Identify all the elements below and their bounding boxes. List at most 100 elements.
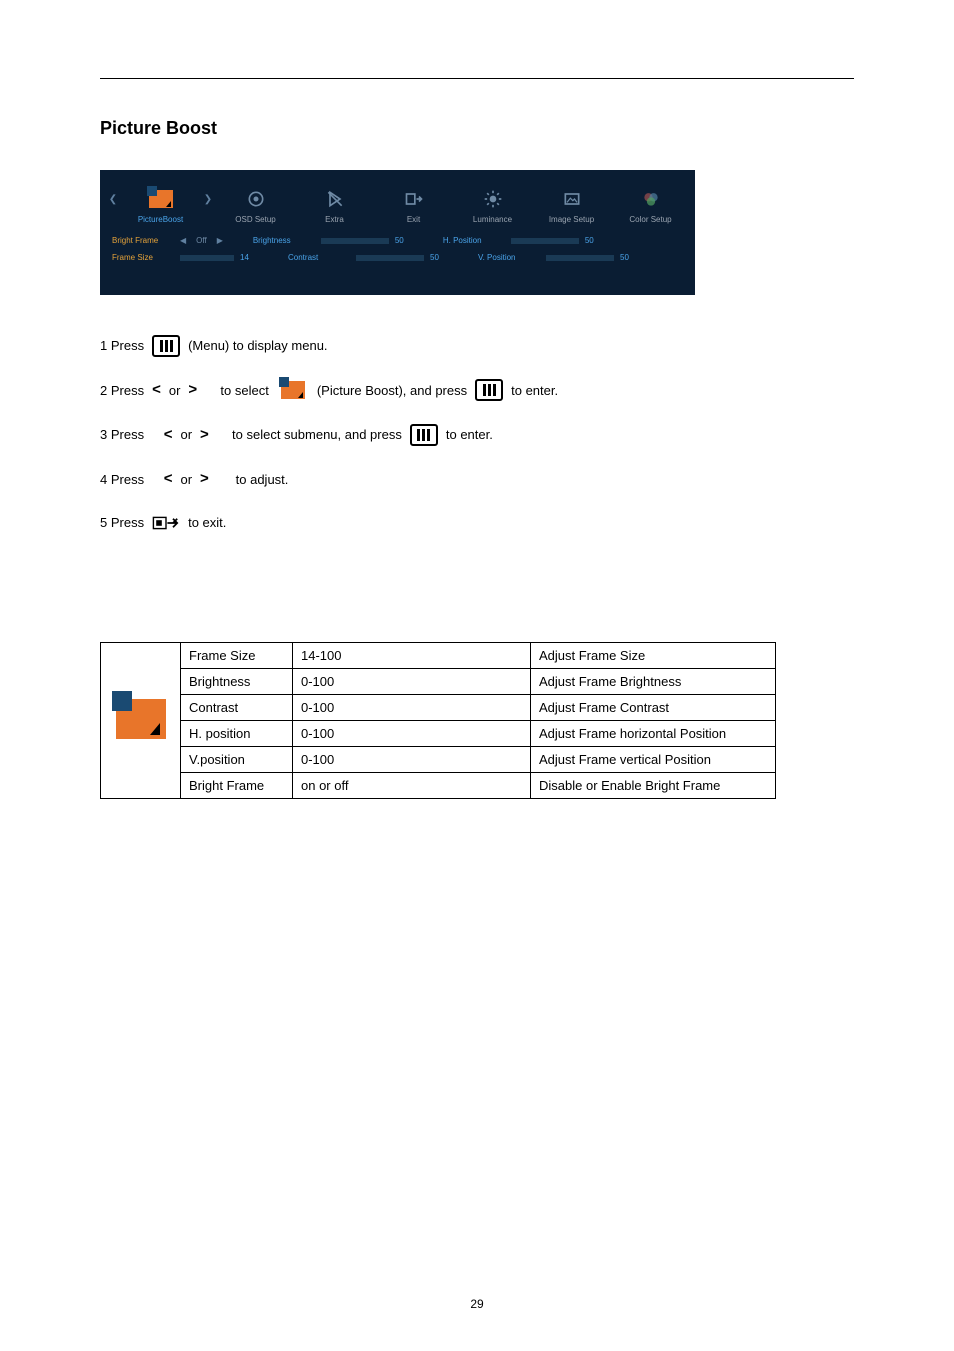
picture-boost-icon bbox=[121, 185, 200, 213]
step-text: or bbox=[180, 425, 192, 445]
instruction-step-1: 1 Press (Menu) to display menu. bbox=[100, 335, 558, 357]
settings-table: Frame Size 14-100 Adjust Frame Size Brig… bbox=[100, 642, 776, 799]
table-row: Brightness 0-100 Adjust Frame Brightness bbox=[101, 669, 776, 695]
setting-value: 50 bbox=[620, 253, 638, 262]
tab-label: OSD Setup bbox=[216, 215, 295, 224]
osd-panel: ❮ PictureBoost ❯ OSD Setup Extra Exit bbox=[100, 170, 695, 295]
step-text: 3 Press bbox=[100, 425, 144, 445]
step-text: to adjust. bbox=[236, 470, 289, 490]
setting-desc: Adjust Frame Contrast bbox=[531, 695, 776, 721]
setting-label: Contrast bbox=[288, 253, 350, 262]
instruction-step-4: 4 Press < or > to adjust. bbox=[100, 468, 558, 491]
setting-label: H. Position bbox=[443, 236, 505, 245]
tab-extra: Extra bbox=[295, 185, 374, 228]
step-text: or bbox=[180, 470, 192, 490]
setting-label: Frame Size bbox=[112, 253, 174, 262]
setting-value: Off bbox=[196, 236, 207, 245]
setting-hposition: H. Position 50 bbox=[443, 236, 603, 245]
setting-desc: Disable or Enable Bright Frame bbox=[531, 773, 776, 799]
step-text: to enter. bbox=[511, 381, 558, 401]
arrow-right-icon: ▶ bbox=[217, 236, 223, 245]
step-text: (Picture Boost), and press bbox=[317, 381, 467, 401]
setting-frame-size: Frame Size 14 bbox=[112, 253, 258, 262]
picture-boost-icon bbox=[281, 381, 305, 399]
page-divider bbox=[100, 78, 854, 79]
setting-contrast: Contrast 50 bbox=[288, 253, 448, 262]
setting-desc: Adjust Frame vertical Position bbox=[531, 747, 776, 773]
contrast-bar bbox=[356, 255, 424, 261]
exit-button-icon bbox=[152, 513, 180, 533]
nav-left-icon: ❮ bbox=[105, 170, 121, 228]
table-row: V.position 0-100 Adjust Frame vertical P… bbox=[101, 747, 776, 773]
tab-luminance: Luminance bbox=[453, 185, 532, 228]
setting-range: 0-100 bbox=[293, 747, 531, 773]
menu-button-icon bbox=[152, 335, 180, 357]
table-row: Bright Frame on or off Disable or Enable… bbox=[101, 773, 776, 799]
nav-right-icon: ❯ bbox=[200, 170, 216, 228]
arrow-left-icon: ◀ bbox=[180, 236, 186, 245]
tab-label: Color Setup bbox=[611, 215, 690, 224]
setting-name: Frame Size bbox=[181, 643, 293, 669]
osd-settings: Bright Frame ◀ Off ▶ Brightness 50 H. Po… bbox=[100, 228, 695, 270]
setting-desc: Adjust Frame Brightness bbox=[531, 669, 776, 695]
setting-range: 0-100 bbox=[293, 721, 531, 747]
setting-name: V.position bbox=[181, 747, 293, 773]
setting-name: Contrast bbox=[181, 695, 293, 721]
instructions: 1 Press (Menu) to display menu. 2 Press … bbox=[100, 335, 558, 555]
frame-size-bar bbox=[180, 255, 234, 261]
exit-icon bbox=[374, 185, 453, 213]
image-setup-icon bbox=[532, 185, 611, 213]
step-text: 1 Press bbox=[100, 336, 144, 356]
setting-range: 0-100 bbox=[293, 669, 531, 695]
instruction-step-5: 5 Press to exit. bbox=[100, 513, 558, 533]
table-row: Frame Size 14-100 Adjust Frame Size bbox=[101, 643, 776, 669]
vposition-bar bbox=[546, 255, 614, 261]
step-text: 5 Press bbox=[100, 513, 144, 533]
setting-vposition: V. Position 50 bbox=[478, 253, 638, 262]
osd-tabs: ❮ PictureBoost ❯ OSD Setup Extra Exit bbox=[100, 170, 695, 228]
instruction-step-2: 2 Press < or > to select (Picture Boost)… bbox=[100, 379, 558, 402]
step-text: or bbox=[169, 381, 181, 401]
less-than-icon: < bbox=[164, 468, 173, 491]
step-text: (Menu) to display menu. bbox=[188, 336, 327, 356]
setting-desc: Adjust Frame horizontal Position bbox=[531, 721, 776, 747]
setting-value: 50 bbox=[430, 253, 448, 262]
step-text: 4 Press bbox=[100, 470, 144, 490]
hposition-bar bbox=[511, 238, 579, 244]
tab-label: Image Setup bbox=[532, 215, 611, 224]
setting-range: on or off bbox=[293, 773, 531, 799]
less-than-icon: < bbox=[152, 379, 161, 402]
setting-label: V. Position bbox=[478, 253, 540, 262]
osd-setup-icon bbox=[216, 185, 295, 213]
picture-boost-icon bbox=[116, 699, 166, 739]
step-text: to select submenu, and press bbox=[232, 425, 402, 445]
instruction-step-3: 3 Press < or > to select submenu, and pr… bbox=[100, 424, 558, 447]
tab-label: Luminance bbox=[453, 215, 532, 224]
setting-desc: Adjust Frame Size bbox=[531, 643, 776, 669]
step-text: to exit. bbox=[188, 513, 226, 533]
page-number: 29 bbox=[0, 1297, 954, 1311]
tab-exit: Exit bbox=[374, 185, 453, 228]
tab-picture-boost: PictureBoost bbox=[121, 185, 200, 228]
extra-icon bbox=[295, 185, 374, 213]
menu-button-icon bbox=[410, 424, 438, 446]
setting-range: 0-100 bbox=[293, 695, 531, 721]
brightness-bar bbox=[321, 238, 389, 244]
luminance-icon bbox=[453, 185, 532, 213]
greater-than-icon: > bbox=[188, 379, 197, 402]
setting-value: 50 bbox=[395, 236, 413, 245]
menu-button-icon bbox=[475, 379, 503, 401]
setting-name: Bright Frame bbox=[181, 773, 293, 799]
tab-label: Extra bbox=[295, 215, 374, 224]
tab-label: PictureBoost bbox=[121, 215, 200, 224]
setting-arrows: ◀ Off ▶ bbox=[180, 236, 223, 245]
setting-brightness: Brightness 50 bbox=[253, 236, 413, 245]
tab-image-setup: Image Setup bbox=[532, 185, 611, 228]
setting-name: Brightness bbox=[181, 669, 293, 695]
setting-range: 14-100 bbox=[293, 643, 531, 669]
tab-label: Exit bbox=[374, 215, 453, 224]
section-title: Picture Boost bbox=[100, 118, 217, 139]
setting-bright-frame: Bright Frame ◀ Off ▶ bbox=[112, 236, 223, 245]
step-text: 2 Press bbox=[100, 381, 144, 401]
setting-name: H. position bbox=[181, 721, 293, 747]
